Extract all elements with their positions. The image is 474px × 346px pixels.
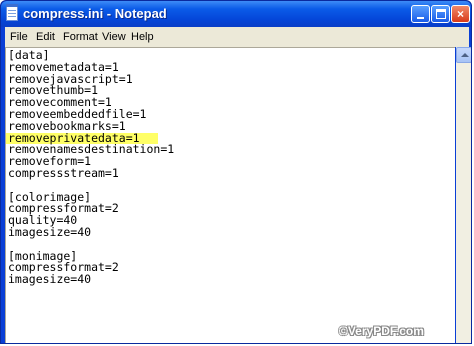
menu-bar: File Edit Format View Help bbox=[5, 27, 469, 47]
text-line: imagesize=40 bbox=[8, 224, 174, 239]
vertical-scrollbar[interactable] bbox=[456, 47, 471, 343]
editor-text: [data] removemetadata=1 removejavascript=1… bbox=[6, 49, 174, 287]
menu-file[interactable]: File bbox=[10, 31, 28, 43]
line-text: compressstream=1 bbox=[8, 165, 119, 180]
minimize-button[interactable] bbox=[411, 5, 430, 23]
menu-view[interactable]: View bbox=[102, 31, 126, 43]
close-icon: × bbox=[456, 7, 464, 21]
title-bar[interactable]: compress.ini - Notepad × bbox=[1, 1, 471, 27]
minimize-icon bbox=[417, 17, 424, 19]
watermark: ©VeryPDF.com bbox=[339, 324, 424, 338]
text-line: compressstream=1 bbox=[8, 165, 174, 180]
menu-format[interactable]: Format bbox=[63, 31, 98, 43]
window-title: compress.ini - Notepad bbox=[23, 6, 167, 21]
text-editor[interactable]: [data] removemetadata=1 removejavascript=1… bbox=[5, 47, 455, 343]
arrow-up-icon bbox=[461, 53, 469, 57]
line-text: imagesize=40 bbox=[8, 224, 92, 239]
scroll-up-button[interactable] bbox=[456, 47, 471, 63]
text-line: imagesize=40 bbox=[8, 272, 174, 287]
menu-edit[interactable]: Edit bbox=[36, 31, 55, 43]
close-button[interactable]: × bbox=[451, 5, 470, 23]
maximize-icon bbox=[436, 9, 446, 19]
maximize-button[interactable] bbox=[431, 5, 450, 23]
notepad-window: compress.ini - Notepad × File Edit Forma… bbox=[0, 0, 472, 344]
notepad-icon bbox=[6, 4, 18, 21]
menu-help[interactable]: Help bbox=[131, 31, 154, 43]
line-text: imagesize=40 bbox=[8, 272, 92, 287]
